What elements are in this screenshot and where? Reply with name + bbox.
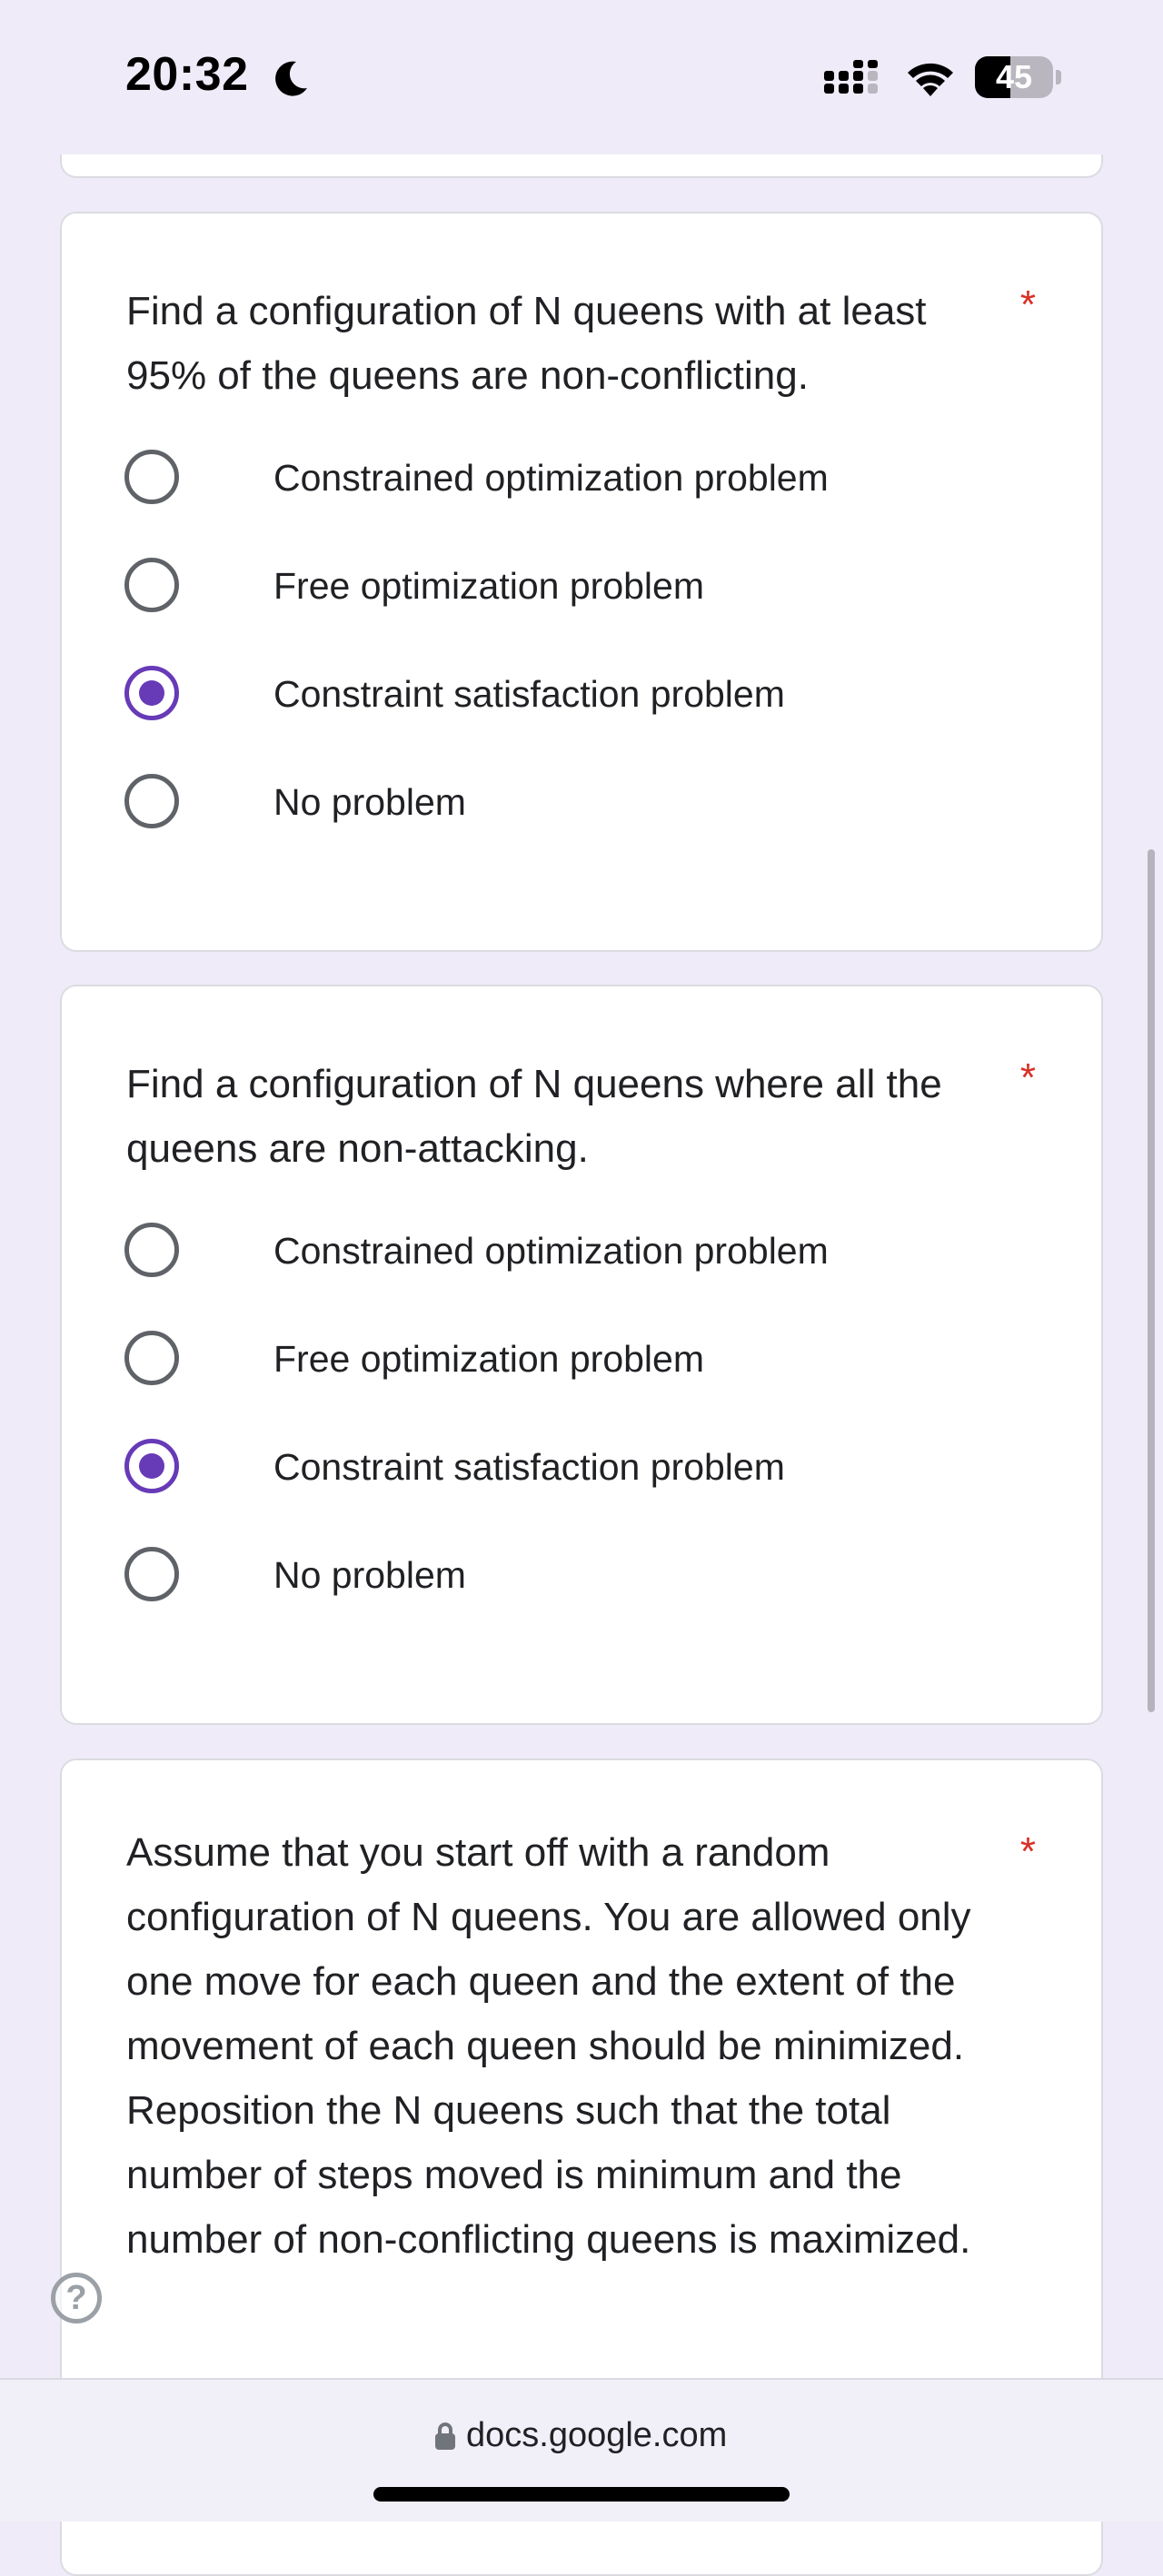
radio-button[interactable] bbox=[124, 1547, 179, 1601]
battery-level: 45 bbox=[995, 58, 1033, 95]
question-text: Find a configuration of N queens where a… bbox=[126, 1062, 942, 1171]
radio-button[interactable] bbox=[124, 666, 179, 720]
radio-button[interactable] bbox=[124, 450, 179, 504]
lock-icon bbox=[435, 2422, 455, 2450]
radio-option-label[interactable]: Constraint satisfaction problem bbox=[273, 671, 785, 717]
radio-button[interactable] bbox=[124, 1223, 179, 1277]
question-text: Assume that you start off with a random … bbox=[126, 1830, 971, 2262]
radio-option[interactable]: Free optimization problem bbox=[124, 558, 1033, 666]
battery-nub bbox=[1056, 70, 1061, 84]
required-asterisk: * bbox=[1019, 1055, 1036, 1100]
radio-option-label[interactable]: Constrained optimization problem bbox=[273, 455, 829, 500]
radio-option-label[interactable]: Free optimization problem bbox=[273, 563, 704, 609]
cellular-signal-icon bbox=[824, 60, 878, 94]
radio-option[interactable]: No problem bbox=[124, 1547, 1033, 1655]
moon-icon bbox=[275, 61, 307, 96]
url-text[interactable]: docs.google.com bbox=[466, 2413, 727, 2458]
radio-button[interactable] bbox=[124, 1331, 179, 1385]
radio-button[interactable] bbox=[124, 558, 179, 612]
radio-option-label[interactable]: Free optimization problem bbox=[273, 1336, 704, 1382]
wifi-icon bbox=[908, 63, 953, 96]
radio-option[interactable]: Constrained optimization problem bbox=[124, 1223, 1033, 1331]
question-card-1: Find a configuration of N queens with at… bbox=[60, 212, 1103, 952]
radio-option-label[interactable]: No problem bbox=[273, 1552, 466, 1598]
radio-option-label[interactable]: Constrained optimization problem bbox=[273, 1228, 829, 1273]
radio-group: Constrained optimization problem Free op… bbox=[124, 450, 1033, 882]
browser-url-bar[interactable]: docs.google.com bbox=[0, 2378, 1163, 2522]
help-icon[interactable]: ? bbox=[51, 2273, 102, 2323]
required-asterisk: * bbox=[1019, 1829, 1036, 1874]
radio-option[interactable]: Constraint satisfaction problem bbox=[124, 666, 1033, 774]
status-time: 20:32 bbox=[125, 48, 249, 101]
status-bar: 20:32 45 bbox=[0, 0, 1163, 154]
radio-option-label[interactable]: Constraint satisfaction problem bbox=[273, 1444, 785, 1490]
battery-icon: 45 bbox=[975, 56, 1062, 98]
question-text: Find a configuration of N queens with at… bbox=[126, 289, 927, 398]
radio-group: Constrained optimization problem Free op… bbox=[124, 1223, 1033, 1655]
radio-option[interactable]: Free optimization problem bbox=[124, 1331, 1033, 1439]
question-card-2: Find a configuration of N queens where a… bbox=[60, 985, 1103, 1725]
radio-button[interactable] bbox=[124, 774, 179, 828]
battery-body: 45 bbox=[975, 56, 1053, 98]
required-asterisk: * bbox=[1019, 282, 1036, 327]
radio-option[interactable]: Constrained optimization problem bbox=[124, 450, 1033, 558]
radio-option-label[interactable]: No problem bbox=[273, 779, 466, 825]
radio-option[interactable]: No problem bbox=[124, 774, 1033, 882]
home-indicator[interactable] bbox=[373, 2487, 790, 2502]
scrollbar[interactable] bbox=[1148, 849, 1155, 1712]
radio-option[interactable]: Constraint satisfaction problem bbox=[124, 1439, 1033, 1547]
radio-button[interactable] bbox=[124, 1439, 179, 1493]
